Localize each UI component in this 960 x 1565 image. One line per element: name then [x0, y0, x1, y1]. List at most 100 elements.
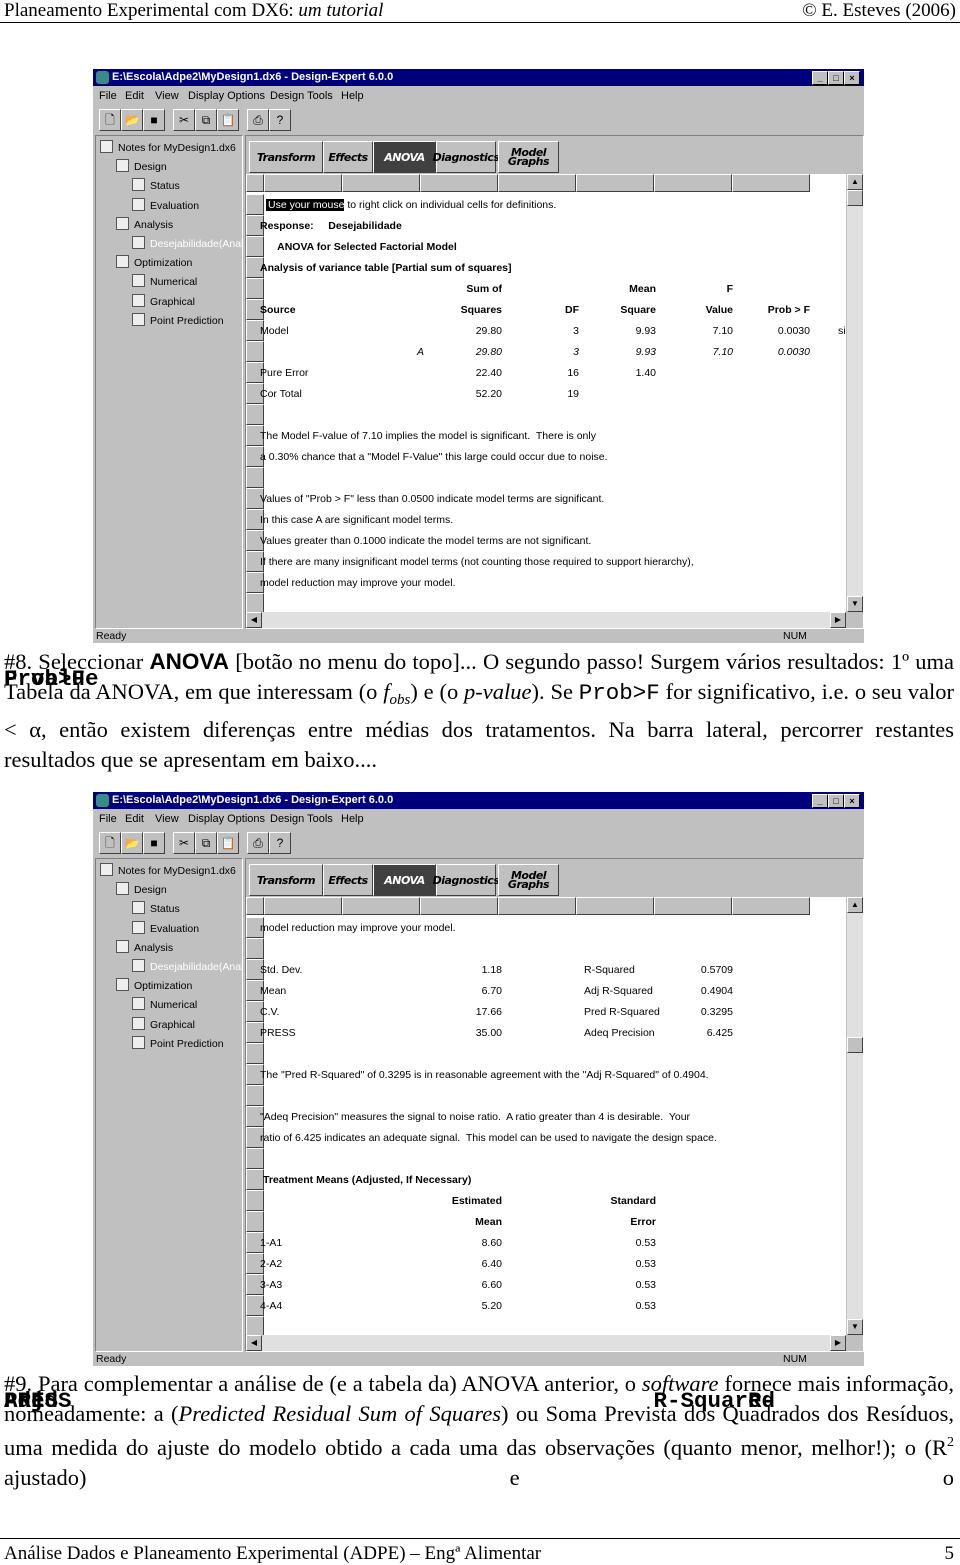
column-header[interactable] [576, 897, 654, 915]
tree-item[interactable]: Design [116, 159, 167, 173]
grid-cell[interactable]: Response: Desejabilidade [260, 219, 402, 233]
tree-item[interactable]: Desejabilidade(Anal [132, 959, 242, 973]
grid-cell[interactable]: 0.53 [636, 1236, 656, 1250]
scroll-right-button[interactable]: ▶ [830, 1335, 846, 1351]
help-button[interactable]: ? [269, 832, 291, 854]
grid-cell[interactable]: Cor Total [260, 387, 302, 401]
grid-cell[interactable]: Mean [475, 1215, 502, 1229]
tab-transform[interactable]: Transform [249, 864, 323, 896]
row-header[interactable] [246, 1211, 264, 1232]
grid-cell[interactable]: A [417, 345, 424, 359]
grid-cell[interactable]: Values of "Prob > F" less than 0.0500 in… [260, 492, 604, 506]
grid-cell[interactable]: 22.40 [476, 366, 502, 380]
tab-effects[interactable]: Effects [323, 864, 373, 896]
menu-help[interactable]: Help [341, 90, 364, 102]
tree-item[interactable]: Numerical [132, 997, 197, 1011]
grid-cell[interactable]: Estimated [452, 1194, 502, 1208]
grid-cell[interactable]: 6.40 [482, 1257, 502, 1271]
grid-cell[interactable]: If there are many insignificant model te… [260, 555, 694, 569]
new-button[interactable]: 🗋 [99, 109, 121, 131]
grid-cell[interactable]: Treatment Means (Adjusted, If Necessary) [263, 1173, 471, 1187]
grid-cell[interactable]: 0.3295 [701, 1005, 733, 1019]
grid-cell[interactable]: C.V. [260, 1005, 279, 1019]
maximize-button[interactable]: □ [828, 794, 844, 808]
menu-display-options[interactable]: Display Options [188, 90, 265, 102]
print-button[interactable]: ⎙ [247, 109, 269, 131]
column-header[interactable] [654, 174, 732, 192]
column-header[interactable] [264, 174, 342, 192]
grid-cell[interactable]: 3 [573, 345, 579, 359]
tree-item[interactable]: Graphical [132, 293, 195, 308]
menu-design-tools[interactable]: Design Tools [270, 813, 333, 825]
tree-item[interactable]: Analysis [116, 939, 173, 954]
grid-cell[interactable]: "Adeq Precision" measures the signal to … [260, 1110, 690, 1124]
tab-anova[interactable]: ANOVA [373, 864, 436, 896]
tree-item[interactable]: Design [116, 882, 167, 896]
grid-cell[interactable]: Adj R-Squared [584, 984, 653, 998]
minimize-button[interactable]: _ [812, 71, 828, 85]
column-header[interactable] [264, 897, 342, 915]
scroll-down-button[interactable]: ▼ [847, 596, 863, 612]
maximize-button[interactable]: □ [828, 71, 844, 85]
grid-cell[interactable]: 16 [567, 366, 579, 380]
tree-item[interactable]: Notes for MyDesign1.dx6 [100, 863, 236, 877]
open-button[interactable]: 📂 [121, 109, 143, 131]
menu-design-tools[interactable]: Design Tools [270, 90, 333, 102]
menu-display-options[interactable]: Display Options [188, 813, 265, 825]
grid-cell[interactable]: 7.10 [713, 324, 733, 338]
grid-cell[interactable]: Square [620, 303, 656, 317]
row-header[interactable] [246, 278, 264, 299]
grid-cell[interactable]: Analysis of variance table [Partial sum … [260, 261, 512, 275]
scroll-down-button[interactable]: ▼ [847, 1319, 863, 1335]
row-header[interactable] [246, 1316, 264, 1335]
tree-item[interactable]: Status [132, 178, 180, 192]
scroll-thumb[interactable] [847, 1037, 863, 1053]
grid-cell[interactable]: Pure Error [260, 366, 308, 380]
tab-model-graphs[interactable]: Model Graphs [498, 864, 559, 896]
grid-cell[interactable]: 7.10 [713, 345, 733, 359]
column-header[interactable] [342, 897, 420, 915]
grid-cell[interactable]: significant [838, 324, 846, 338]
tab-effects[interactable]: Effects [323, 141, 373, 173]
horizontal-scrollbar[interactable]: ◀ ▶ [246, 1335, 846, 1351]
grid-cell[interactable]: R-Squared [584, 963, 635, 977]
tree-item[interactable]: Optimization [116, 255, 192, 269]
column-header[interactable] [246, 897, 264, 915]
grid-cell[interactable]: Error [630, 1215, 656, 1229]
tree-item[interactable]: Evaluation [132, 920, 199, 935]
print-button[interactable]: ⎙ [247, 832, 269, 854]
grid-cell[interactable]: 0.0030 [778, 324, 810, 338]
tab-transform[interactable]: Transform [249, 141, 323, 173]
column-header[interactable] [732, 174, 810, 192]
grid-cell[interactable]: 0.53 [636, 1299, 656, 1313]
row-header[interactable] [246, 341, 264, 362]
grid-cell[interactable]: model reduction may improve your model. [260, 576, 456, 590]
column-header[interactable] [498, 897, 576, 915]
grid-cell[interactable]: 3-A3 [260, 1278, 282, 1292]
grid-cell[interactable]: 0.5709 [701, 963, 733, 977]
grid-cell[interactable]: Squares [461, 303, 502, 317]
scroll-left-button[interactable]: ◀ [246, 612, 262, 628]
grid-cell[interactable]: 17.66 [476, 1005, 502, 1019]
grid-cell[interactable]: 29.80 [476, 345, 502, 359]
scroll-up-button[interactable]: ▲ [847, 174, 863, 190]
grid-cell[interactable]: 9.93 [636, 345, 656, 359]
save-button[interactable]: ■ [143, 832, 165, 854]
row-header[interactable] [246, 1085, 264, 1106]
grid-cell[interactable]: 6.60 [482, 1278, 502, 1292]
grid-cell[interactable]: DF [565, 303, 579, 317]
scroll-up-button[interactable]: ▲ [847, 897, 863, 913]
column-header[interactable] [420, 174, 498, 192]
vertical-scrollbar[interactable]: ▲ ▼ [847, 897, 863, 1335]
row-header[interactable] [246, 1148, 264, 1169]
tree-item[interactable]: Notes for MyDesign1.dx6 [100, 140, 236, 154]
menu-help[interactable]: Help [341, 813, 364, 825]
grid-cell[interactable]: Pred R-Squared [584, 1005, 660, 1019]
grid-cell[interactable]: The Model F-value of 7.10 implies the mo… [260, 429, 596, 443]
column-header[interactable] [342, 174, 420, 192]
cut-button[interactable]: ✂ [173, 832, 195, 854]
row-header[interactable] [246, 1043, 264, 1064]
grid-cell[interactable]: Source [260, 303, 296, 317]
column-header[interactable] [498, 174, 576, 192]
tree-item[interactable]: Analysis [116, 216, 173, 231]
